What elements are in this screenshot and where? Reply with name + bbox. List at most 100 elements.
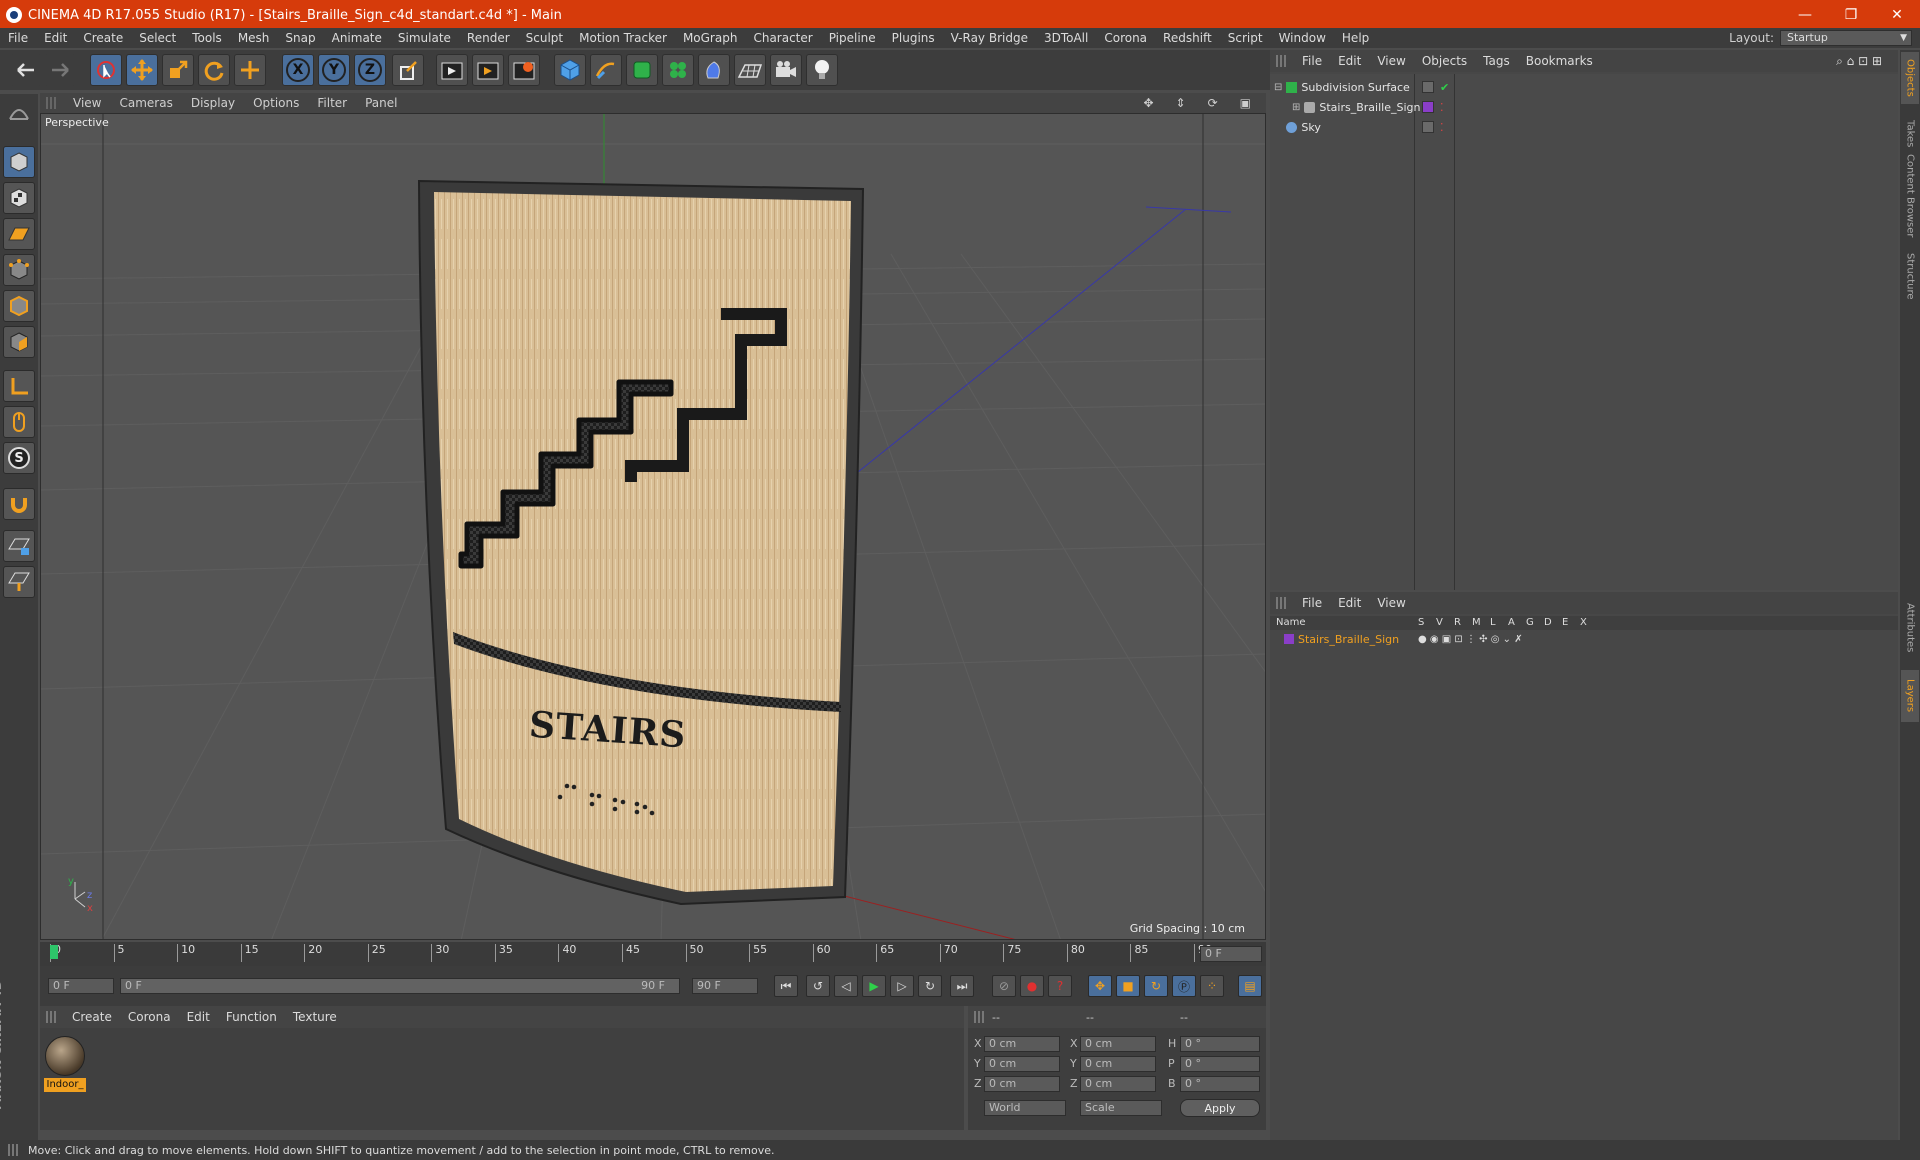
workplane-lock-icon[interactable] xyxy=(3,530,35,562)
tab-content-browser[interactable]: Content Browser xyxy=(1901,148,1919,244)
layer-menu-file[interactable]: File xyxy=(1294,596,1330,610)
scale-tool-icon[interactable] xyxy=(162,54,194,86)
key-parameter-icon[interactable]: Ⓟ xyxy=(1172,975,1196,997)
render-view-icon[interactable] xyxy=(436,54,468,86)
floor-object-icon[interactable] xyxy=(734,54,766,86)
collapse-icon[interactable]: ⊟ xyxy=(1274,82,1282,93)
cube-object-icon[interactable] xyxy=(554,54,586,86)
layer-color-icon[interactable] xyxy=(1422,101,1434,113)
coordinate-space-dropdown[interactable]: World xyxy=(984,1100,1066,1116)
material-menu-texture[interactable]: Texture xyxy=(285,1010,345,1024)
light-object-icon[interactable] xyxy=(806,54,838,86)
menu-character[interactable]: Character xyxy=(745,31,820,45)
viewport-menu-cameras[interactable]: Cameras xyxy=(110,96,181,110)
rotate-view-icon[interactable]: ⟳ xyxy=(1199,96,1227,110)
toggle-layout-icon[interactable]: ▣ xyxy=(1231,96,1260,110)
material-swatch[interactable]: Indoor_ xyxy=(44,1036,86,1094)
object-row[interactable]: ⊟ Subdivision Surface ✔ xyxy=(1274,78,1894,96)
menu-window[interactable]: Window xyxy=(1271,31,1334,45)
tweak-mode-icon[interactable] xyxy=(3,406,35,438)
minimize-button[interactable]: — xyxy=(1782,0,1828,30)
pos-z-field[interactable]: 0 cm xyxy=(984,1076,1060,1092)
object-row[interactable]: ⊞ Sky ⁚ xyxy=(1274,118,1894,136)
menu-plugins[interactable]: Plugins xyxy=(884,31,943,45)
move-tool-icon[interactable] xyxy=(126,54,158,86)
viewport-menu-filter[interactable]: Filter xyxy=(308,96,356,110)
render-to-picture-viewer-icon[interactable] xyxy=(472,54,504,86)
size-z-field[interactable]: 0 cm xyxy=(1080,1076,1156,1092)
object-menu-file[interactable]: File xyxy=(1294,54,1330,68)
menu-animate[interactable]: Animate xyxy=(324,31,390,45)
current-frame-field[interactable]: 0 F xyxy=(1200,946,1262,962)
playhead[interactable] xyxy=(50,945,58,959)
coordinate-system-icon[interactable] xyxy=(392,54,424,86)
model-mode-icon[interactable] xyxy=(3,146,35,178)
panel-grip-icon[interactable] xyxy=(974,1011,986,1023)
menu-vray-bridge[interactable]: V-Ray Bridge xyxy=(943,31,1036,45)
layer-color-icon[interactable] xyxy=(1284,634,1294,644)
menu-3dtoall[interactable]: 3DToAll xyxy=(1036,31,1096,45)
visibility-toggle-icon[interactable] xyxy=(1422,81,1434,93)
layer-menu-edit[interactable]: Edit xyxy=(1330,596,1369,610)
size-x-field[interactable]: 0 cm xyxy=(1080,1036,1156,1052)
size-mode-dropdown[interactable]: Scale xyxy=(1080,1100,1162,1116)
enabled-check-icon[interactable]: ✔ xyxy=(1440,81,1449,94)
layout-dropdown[interactable]: Startup ▼ xyxy=(1780,30,1912,46)
rot-h-field[interactable]: 0 ° xyxy=(1180,1036,1260,1052)
go-to-start-icon[interactable]: ⏮ xyxy=(774,975,798,997)
menu-tools[interactable]: Tools xyxy=(184,31,230,45)
render-settings-icon[interactable] xyxy=(508,54,540,86)
size-y-field[interactable]: 0 cm xyxy=(1080,1056,1156,1072)
panel-grip-icon[interactable] xyxy=(46,97,58,109)
camera-object-icon[interactable] xyxy=(770,54,802,86)
pen-spline-icon[interactable] xyxy=(590,54,622,86)
key-scale-icon[interactable]: ■ xyxy=(1116,975,1140,997)
next-frame-icon[interactable]: ▷ xyxy=(890,975,914,997)
preview-range-slider[interactable]: 0 F 90 F xyxy=(120,978,680,994)
z-axis-lock-button[interactable]: Z xyxy=(354,54,386,86)
layer-switches[interactable]: ● ◉ ▣ ⊡ ⋮ ✣ ◎ ⌄ ✗ xyxy=(1418,634,1523,645)
menu-create[interactable]: Create xyxy=(75,31,131,45)
make-editable-icon[interactable] xyxy=(3,96,35,128)
pos-x-field[interactable]: 0 cm xyxy=(984,1036,1060,1052)
menu-mograph[interactable]: MoGraph xyxy=(675,31,746,45)
tab-objects[interactable]: Objects xyxy=(1901,52,1919,104)
viewport-menu-panel[interactable]: Panel xyxy=(356,96,406,110)
play-forward-icon[interactable]: ▶ xyxy=(862,975,886,997)
panel-grip-icon[interactable] xyxy=(1276,597,1288,609)
perspective-viewport[interactable]: Perspective STAIRS y z x Grid Spacing : … xyxy=(40,113,1266,940)
material-menu-function[interactable]: Function xyxy=(218,1010,285,1024)
object-menu-edit[interactable]: Edit xyxy=(1330,54,1369,68)
key-rotation-icon[interactable]: ↻ xyxy=(1144,975,1168,997)
visibility-dots-icon[interactable]: ⁚ xyxy=(1440,101,1444,114)
search-icon[interactable]: ⌕ ⌂ ⊡ ⊞ xyxy=(1828,54,1890,69)
menu-script[interactable]: Script xyxy=(1220,31,1271,45)
axis-mode-icon[interactable] xyxy=(3,370,35,402)
menu-help[interactable]: Help xyxy=(1334,31,1377,45)
timeline-window-icon[interactable]: ▤ xyxy=(1238,975,1262,997)
dolly-view-icon[interactable]: ⇕ xyxy=(1167,96,1195,110)
object-menu-tags[interactable]: Tags xyxy=(1475,54,1518,68)
record-keys-icon[interactable]: ● xyxy=(1020,975,1044,997)
previous-frame-icon[interactable]: ◁ xyxy=(834,975,858,997)
edges-mode-icon[interactable] xyxy=(3,290,35,322)
snap-settings-icon[interactable] xyxy=(3,566,35,598)
solo-mode-icon[interactable]: S xyxy=(3,442,35,474)
layer-row[interactable]: Stairs_Braille_Sign ● ◉ ▣ ⊡ ⋮ ✣ ◎ ⌄ ✗ xyxy=(1270,632,1898,646)
object-row[interactable]: ⊞ Stairs_Braille_Sign ⁚ xyxy=(1274,98,1894,116)
menu-mesh[interactable]: Mesh xyxy=(230,31,278,45)
visibility-dots-icon[interactable]: ⁚ xyxy=(1440,121,1444,134)
previous-key-icon[interactable]: ↺ xyxy=(806,975,830,997)
object-menu-bookmarks[interactable]: Bookmarks xyxy=(1518,54,1601,68)
menu-simulate[interactable]: Simulate xyxy=(390,31,459,45)
y-axis-lock-button[interactable]: Y xyxy=(318,54,350,86)
material-menu-corona[interactable]: Corona xyxy=(120,1010,179,1024)
panel-grip-icon[interactable] xyxy=(46,1011,58,1023)
motion-record-icon[interactable]: ⊘ xyxy=(992,975,1016,997)
pan-view-icon[interactable]: ✥ xyxy=(1134,96,1162,110)
pos-y-field[interactable]: 0 cm xyxy=(984,1056,1060,1072)
timeline-ruler[interactable]: 0 5 10 15 20 25 30 35 40 45 50 55 60 65 … xyxy=(40,942,1266,966)
points-mode-icon[interactable] xyxy=(3,254,35,286)
redo-icon[interactable] xyxy=(44,54,76,86)
visibility-toggle-icon[interactable] xyxy=(1422,121,1434,133)
